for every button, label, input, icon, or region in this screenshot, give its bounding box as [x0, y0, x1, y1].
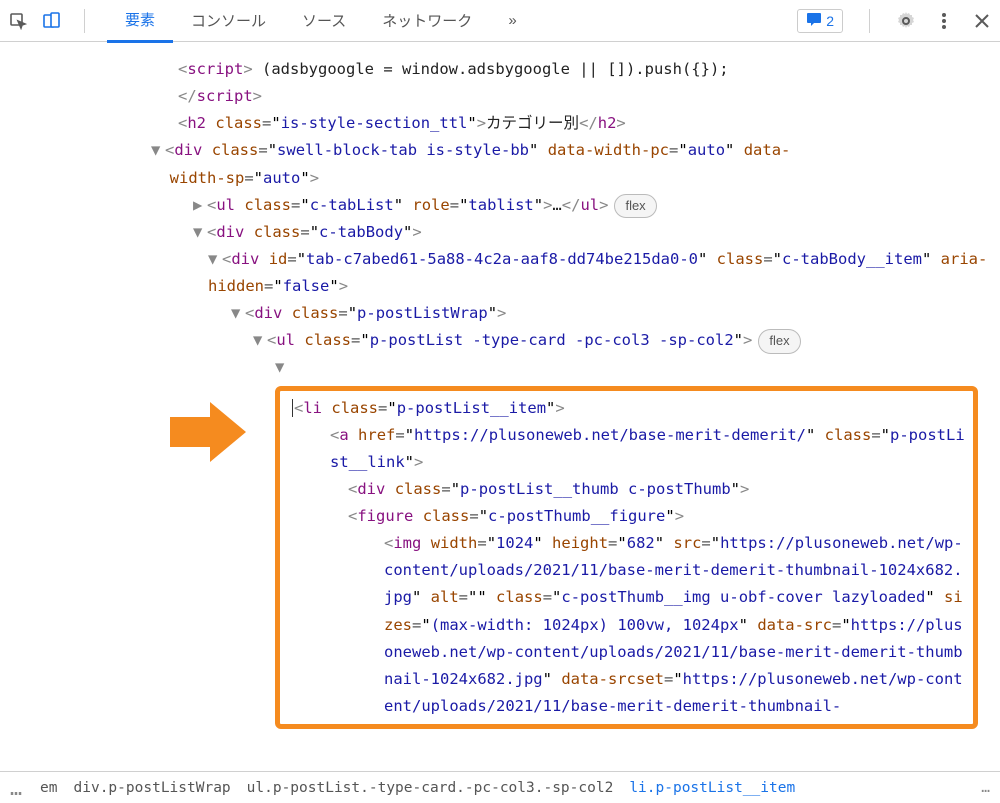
flex-badge[interactable]: flex — [758, 329, 800, 354]
tab-console[interactable]: コンソール — [173, 0, 284, 41]
message-icon — [806, 12, 822, 30]
divider — [869, 9, 870, 33]
dom-node[interactable]: <a href="https://plusoneweb.net/base-mer… — [284, 422, 969, 476]
breadcrumb-item[interactable]: ul.p-postList.-type-card.-pc-col3.-sp-co… — [247, 780, 614, 796]
dom-node[interactable]: </script> — [8, 83, 992, 110]
dom-node[interactable]: <h2 class="is-style-section_ttl">カテゴリー別<… — [8, 110, 992, 137]
device-mode-icon[interactable] — [42, 11, 62, 31]
dom-node[interactable]: ▼<div class="p-postListWrap"> — [8, 300, 992, 327]
toolbar-left: 要素 コンソール ソース ネットワーク » — [8, 0, 535, 43]
breadcrumb-item-active[interactable]: li.p-postList__item — [629, 780, 795, 796]
tab-more[interactable]: » — [490, 2, 534, 39]
pointer-arrow-icon — [170, 402, 246, 462]
panel-tabs: 要素 コンソール ソース ネットワーク » — [107, 0, 535, 43]
chevron-down-icon[interactable]: ▼ — [275, 354, 289, 381]
gear-icon[interactable] — [896, 11, 916, 31]
issues-count: 2 — [826, 13, 834, 29]
flex-badge[interactable]: flex — [614, 194, 656, 219]
dom-node[interactable]: ▼<div id="tab-c7abed61-5a88-4c2a-aaf8-dd… — [8, 246, 992, 300]
dom-node[interactable]: ▼<div class="swell-block-tab is-style-bb… — [8, 137, 992, 191]
breadcrumb-overflow[interactable]: … — [981, 780, 990, 796]
chevron-down-icon[interactable]: ▼ — [253, 327, 267, 354]
chevron-down-icon[interactable]: ▼ — [231, 300, 245, 327]
dom-node[interactable]: ▼<div class="c-tabBody"> — [8, 219, 992, 246]
devtools-toolbar: 要素 コンソール ソース ネットワーク » 2 — [0, 0, 1000, 42]
breadcrumb-item[interactable]: div.p-postListWrap — [74, 780, 231, 796]
chevron-down-icon[interactable]: ▼ — [208, 246, 222, 273]
dom-node[interactable]: ▼<ul class="p-postList -type-card -pc-co… — [8, 327, 992, 354]
dom-node[interactable]: ▼ — [8, 354, 992, 381]
dom-node[interactable]: <div class="p-postList__thumb c-postThum… — [284, 476, 969, 503]
dom-node[interactable]: <figure class="c-postThumb__figure"> — [284, 503, 969, 530]
issues-badge[interactable]: 2 — [797, 9, 843, 33]
highlighted-selection[interactable]: <li class="p-postList__item"> <a href="h… — [275, 386, 978, 730]
dom-node[interactable]: <li class="p-postList__item"> — [284, 395, 969, 422]
chevron-right-icon[interactable]: ▶ — [193, 192, 207, 219]
divider — [84, 9, 85, 33]
chevron-down-icon[interactable]: ▼ — [151, 137, 165, 164]
dom-node[interactable]: ▶<ul class="c-tabList" role="tablist">…<… — [8, 192, 992, 219]
chevron-down-icon[interactable]: ▼ — [193, 219, 207, 246]
inspect-icon[interactable] — [8, 11, 28, 31]
elements-panel[interactable]: <script> (adsbygoogle = window.adsbygoog… — [0, 42, 1000, 771]
tab-sources[interactable]: ソース — [284, 0, 364, 41]
toolbar-right: 2 — [797, 9, 992, 33]
dom-node[interactable]: <script> (adsbygoogle = window.adsbygoog… — [8, 56, 992, 83]
tab-elements[interactable]: 要素 — [107, 0, 173, 43]
breadcrumb-bar[interactable]: … em div.p-postListWrap ul.p-postList.-t… — [0, 771, 1000, 803]
tab-network[interactable]: ネットワーク — [364, 0, 490, 41]
breadcrumb-overflow[interactable]: … — [10, 776, 24, 800]
close-icon[interactable] — [972, 11, 992, 31]
dom-node[interactable]: <img width="1024" height="682" src="http… — [284, 530, 969, 720]
kebab-icon[interactable] — [934, 11, 954, 31]
breadcrumb-item[interactable]: em — [40, 780, 57, 796]
